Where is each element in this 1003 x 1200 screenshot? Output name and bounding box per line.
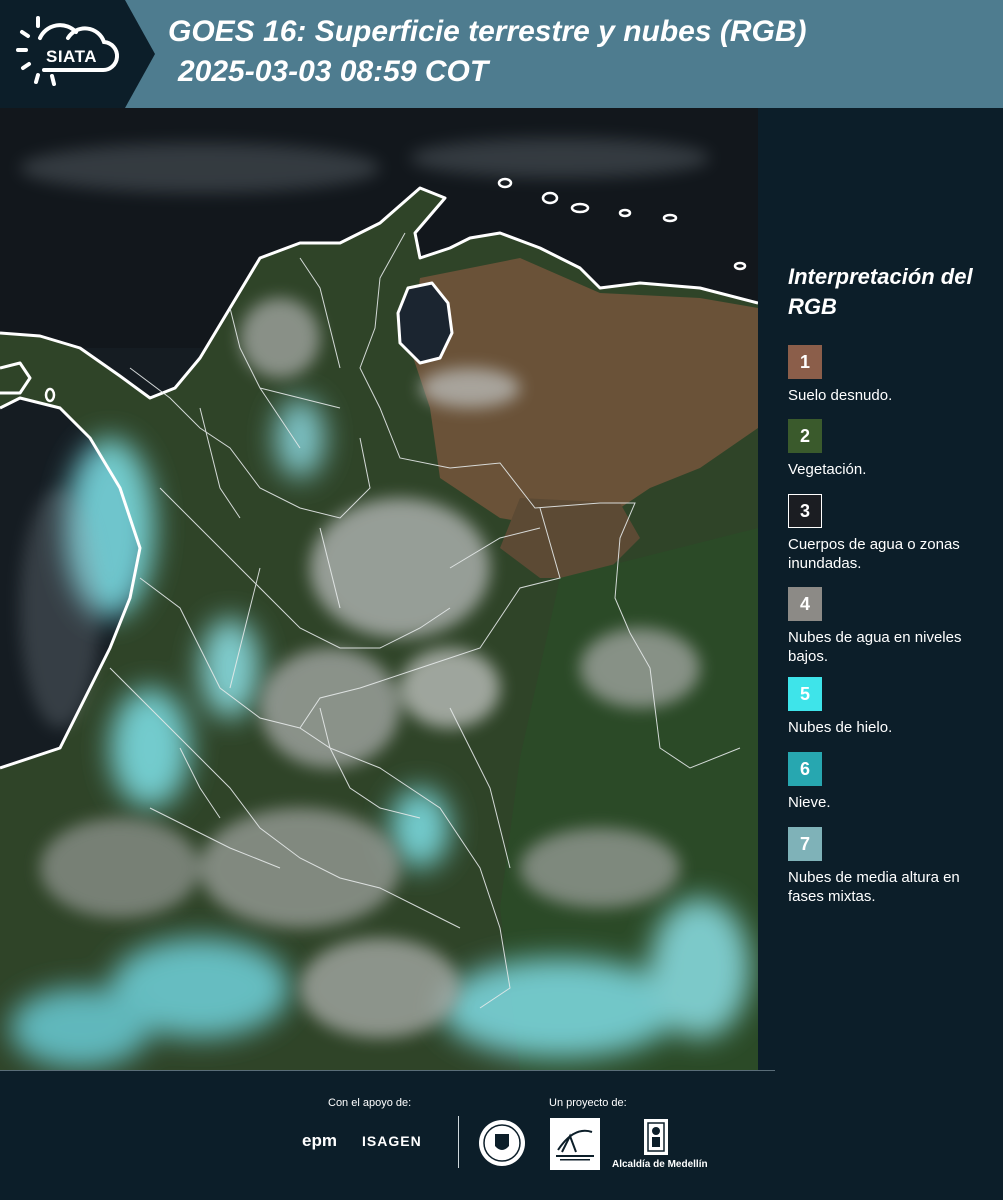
- legend-swatch-3: 3: [788, 494, 822, 528]
- legend-swatch-5: 5: [788, 677, 822, 711]
- medellin-seal-icon: [479, 1120, 525, 1166]
- legend-swatch-4: 4: [788, 587, 822, 621]
- alcaldia-shield-icon: [644, 1119, 668, 1155]
- legend-label-6: Nieve.: [788, 794, 831, 811]
- support-caption: Con el apoyo de:: [328, 1097, 412, 1109]
- legend-swatch-2: 2: [788, 419, 822, 453]
- legend-item-2: 2 Vegetación.: [788, 419, 988, 479]
- legend-item-7: 7 Nubes de media altura en fases mixtas.: [788, 827, 988, 906]
- isagen-logo: ISAGEN: [362, 1133, 422, 1149]
- legend-label-2: Vegetación.: [788, 461, 867, 478]
- legend-label-3: Cuerpos de agua o zonas inundadas.: [788, 536, 960, 572]
- area-metropolitana-emblem-icon: [556, 1129, 594, 1161]
- legend-title: Interpretación del RGB: [788, 264, 973, 319]
- epm-logo: epm: [302, 1131, 337, 1150]
- legend-label-7: Nubes de media altura en fases mixtas.: [788, 869, 960, 905]
- siata-logo: SIATA: [0, 0, 155, 108]
- alcaldia-text: Alcaldía de Medellín: [612, 1159, 708, 1170]
- legend-item-4: 4 Nubes de agua en niveles bajos.: [788, 587, 988, 666]
- legend-label-4: Nubes de agua en niveles bajos.: [788, 629, 962, 665]
- legend-item-6: 6 Nieve.: [788, 752, 988, 812]
- legend-swatch-6: 6: [788, 752, 822, 786]
- satellite-map[interactable]: [0, 108, 758, 1070]
- rgb-legend: Interpretación del RGB 1 Suelo desnudo. 2 V…: [776, 262, 996, 905]
- legend-item-1: 1 Suelo desnudo.: [788, 345, 988, 405]
- footer-separator: [458, 1116, 459, 1168]
- legend-swatch-1: 1: [788, 345, 822, 379]
- project-caption: Un proyecto de:: [549, 1097, 627, 1109]
- area-metropolitana-logo: [550, 1118, 600, 1170]
- siata-logo-text: SIATA: [46, 47, 97, 66]
- header-bar: SIATA GOES 16: Superficie terrestre y nu…: [0, 0, 1003, 108]
- footer: Con el apoyo de: Un proyecto de: epm ISA…: [0, 1070, 1003, 1200]
- page-title: GOES 16: Superficie terrestre y nubes (R…: [168, 15, 807, 48]
- footer-divider: [0, 1070, 775, 1071]
- timestamp-title: 2025-03-03 08:59 COT: [178, 55, 489, 88]
- legend-item-3: 3 Cuerpos de agua o zonas inundadas.: [788, 494, 988, 573]
- legend-label-1: Suelo desnudo.: [788, 387, 893, 404]
- legend-swatch-7: 7: [788, 827, 822, 861]
- legend-item-5: 5 Nubes de hielo.: [788, 677, 988, 737]
- legend-label-5: Nubes de hielo.: [788, 719, 893, 736]
